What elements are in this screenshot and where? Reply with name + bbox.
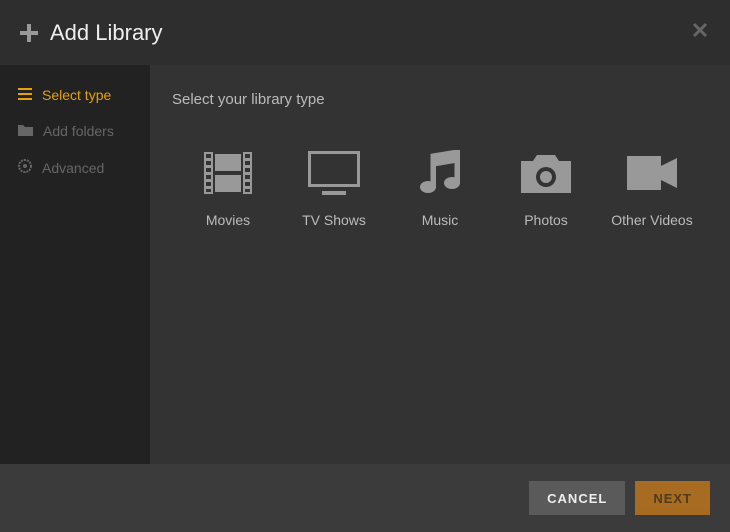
close-button[interactable]	[692, 22, 712, 42]
type-other-videos[interactable]: Other Videos	[604, 148, 700, 228]
type-label: Movies	[206, 212, 250, 228]
type-tvshows[interactable]: TV Shows	[286, 148, 382, 228]
type-label: Other Videos	[611, 212, 692, 228]
wizard-sidebar: Select type Add folders Advanced	[0, 65, 150, 464]
modal-body: Select type Add folders Advanced	[0, 65, 730, 464]
camera-icon	[511, 148, 581, 198]
type-label: TV Shows	[302, 212, 366, 228]
music-icon	[405, 148, 475, 198]
wizard-content: Select your library type	[150, 65, 730, 464]
modal-title: Add Library	[50, 20, 163, 46]
folder-icon	[18, 123, 33, 139]
cancel-button[interactable]: CANCEL	[529, 481, 625, 515]
type-label: Music	[422, 212, 459, 228]
sidebar-item-advanced[interactable]: Advanced	[0, 149, 150, 186]
sidebar-item-add-folders[interactable]: Add folders	[0, 113, 150, 149]
type-label: Photos	[524, 212, 568, 228]
add-library-modal: Add Library Select type	[0, 0, 730, 532]
sidebar-item-select-type[interactable]: Select type	[0, 77, 150, 113]
sidebar-item-label: Advanced	[42, 160, 104, 176]
tv-icon	[299, 148, 369, 198]
type-grid: Movies TV Shows	[170, 148, 710, 228]
list-icon	[18, 87, 32, 103]
type-movies[interactable]: Movies	[180, 148, 276, 228]
content-heading: Select your library type	[172, 91, 710, 108]
type-music[interactable]: Music	[392, 148, 488, 228]
plus-icon	[20, 24, 38, 42]
modal-footer: CANCEL NEXT	[0, 464, 730, 532]
sidebar-item-label: Select type	[42, 87, 111, 103]
next-button[interactable]: NEXT	[635, 481, 710, 515]
movies-icon	[193, 148, 263, 198]
close-icon	[692, 22, 708, 38]
modal-header: Add Library	[0, 0, 730, 65]
sidebar-item-label: Add folders	[43, 123, 114, 139]
type-photos[interactable]: Photos	[498, 148, 594, 228]
gear-icon	[18, 159, 32, 176]
video-icon	[617, 148, 687, 198]
